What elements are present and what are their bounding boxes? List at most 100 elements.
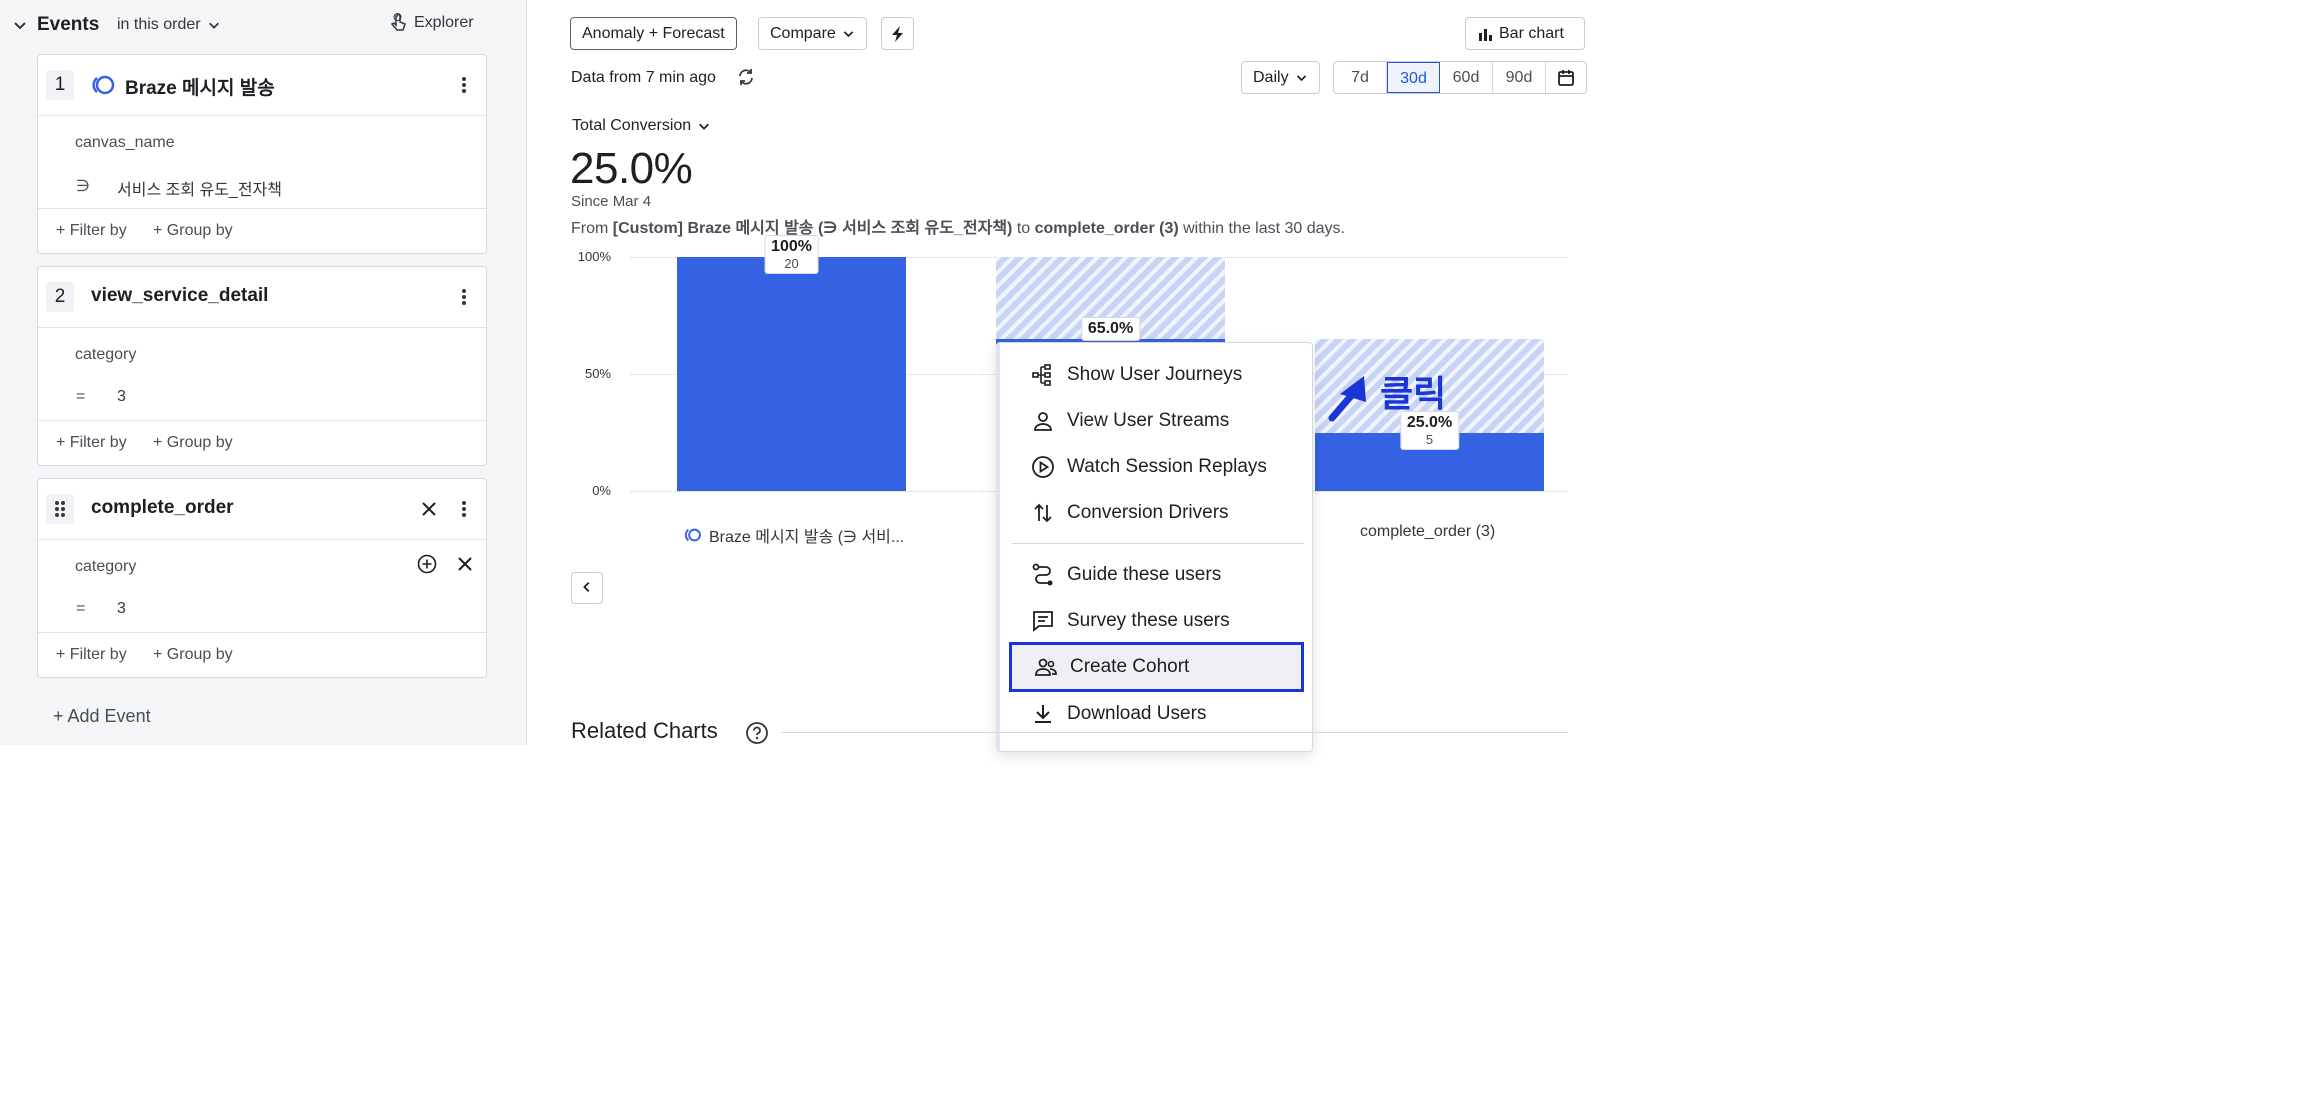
more-options-icon[interactable] xyxy=(457,75,471,95)
filter-operator[interactable]: = xyxy=(76,600,85,618)
conversion-bar xyxy=(677,257,906,491)
event-name[interactable]: complete_order xyxy=(91,497,234,519)
bar-value-label: 65.0% xyxy=(1080,316,1141,341)
event-filter[interactable]: canvas_name ∋ 서비스 조회 유도_전자책 xyxy=(38,116,486,209)
pointer-hand-icon xyxy=(390,13,406,31)
bar-percent: 65.0% xyxy=(1087,319,1134,337)
filter-value[interactable]: 3 xyxy=(117,600,126,618)
event-filter[interactable]: category = 3 xyxy=(38,328,486,421)
chevron-left-icon xyxy=(583,581,590,592)
interval-dropdown[interactable]: Daily xyxy=(1241,61,1320,94)
filter-property[interactable]: category xyxy=(75,346,136,364)
x-axis-label: complete_order (3) xyxy=(1360,523,1496,540)
menu-item-watch-session-replays[interactable]: Watch Session Replays xyxy=(1031,444,1307,490)
compare-dropdown[interactable]: Compare xyxy=(758,17,867,50)
related-divider xyxy=(781,732,1568,733)
chevron-down-icon xyxy=(699,123,710,130)
event-card-footer: + Filter by + Group by xyxy=(38,209,486,253)
menu-item-create-cohort[interactable]: Create Cohort xyxy=(1009,642,1304,692)
compare-label: Compare xyxy=(770,24,836,42)
user-icon xyxy=(1034,412,1052,431)
filter-by-button[interactable]: + Filter by xyxy=(56,434,127,452)
range-7d[interactable]: 7d xyxy=(1334,62,1387,93)
event-card-header[interactable]: 1 Braze 메시지 발송 xyxy=(38,55,486,116)
event-card-header[interactable]: complete_order xyxy=(38,479,486,540)
chart-type-dropdown[interactable]: Bar chart xyxy=(1465,17,1585,50)
journeys-icon xyxy=(1032,364,1051,386)
previous-page-button[interactable] xyxy=(571,572,603,604)
explorer-button[interactable]: Explorer xyxy=(388,13,474,33)
data-freshness: Data from 7 min ago xyxy=(571,69,716,86)
drag-handle[interactable] xyxy=(46,494,74,524)
menu-item-label: Watch Session Replays xyxy=(1067,456,1267,477)
filter-value[interactable]: 서비스 조회 유도_전자책 xyxy=(117,176,282,200)
menu-item-label: View User Streams xyxy=(1067,410,1230,431)
close-icon[interactable] xyxy=(421,501,437,517)
sort-arrows-icon xyxy=(1034,503,1052,523)
context-menu: Show User Journeys View User Streams Wat… xyxy=(996,342,1313,752)
more-options-icon[interactable] xyxy=(457,287,471,307)
menu-item-conversion-drivers[interactable]: Conversion Drivers xyxy=(1031,490,1307,536)
more-options-icon[interactable] xyxy=(457,499,471,519)
metric-selector[interactable]: Total Conversion xyxy=(572,117,711,135)
menu-item-label: Create Cohort xyxy=(1070,656,1190,677)
since-date: Since Mar 4 xyxy=(571,193,652,210)
chevron-down-icon xyxy=(843,31,853,38)
group-by-button[interactable]: + Group by xyxy=(153,646,233,664)
cohort-icon xyxy=(1035,658,1057,676)
filter-property[interactable]: canvas_name xyxy=(75,134,175,152)
from-suffix: within the last 30 days. xyxy=(1178,220,1345,237)
event-name[interactable]: view_service_detail xyxy=(91,285,268,307)
filter-property[interactable]: category xyxy=(75,558,136,576)
chart-type-label: Bar chart xyxy=(1499,24,1564,42)
event-card-footer: + Filter by + Group by xyxy=(38,421,486,465)
anomaly-forecast-label: Anomaly + Forecast xyxy=(582,24,725,42)
event-card-footer: + Filter by + Group by xyxy=(38,633,486,677)
menu-item-view-user-streams[interactable]: View User Streams xyxy=(1031,398,1307,444)
event-card-header[interactable]: 2 view_service_detail xyxy=(38,267,486,328)
chevron-down-icon[interactable] xyxy=(12,17,28,33)
group-by-button[interactable]: + Group by xyxy=(153,434,233,452)
menu-item-label: Conversion Drivers xyxy=(1067,502,1229,523)
event-card-1: 1 Braze 메시지 발송 canvas_name ∋ 서비스 조회 유도_전… xyxy=(37,54,487,254)
close-icon[interactable] xyxy=(457,556,473,572)
menu-item-label: Show User Journeys xyxy=(1067,364,1243,385)
bar-count: 20 xyxy=(784,256,799,271)
add-event-button[interactable]: + Add Event xyxy=(53,706,151,727)
braze-logo-icon xyxy=(92,75,115,95)
lightning-button[interactable] xyxy=(881,17,914,50)
calendar-button[interactable] xyxy=(1546,62,1586,93)
event-filter[interactable]: category = 3 xyxy=(38,540,486,633)
menu-item-show-user-journeys[interactable]: Show User Journeys xyxy=(1031,352,1307,398)
filter-operator[interactable]: ∋ xyxy=(76,176,90,196)
range-30d[interactable]: 30d xyxy=(1387,62,1440,93)
filter-value[interactable]: 3 xyxy=(117,388,126,406)
events-header: Events in this order Explorer xyxy=(0,0,527,52)
chevron-down-icon xyxy=(208,22,219,29)
menu-item-download-users[interactable]: Download Users xyxy=(1031,691,1307,737)
menu-item-label: Guide these users xyxy=(1067,564,1222,585)
event-name[interactable]: Braze 메시지 발송 xyxy=(125,73,275,100)
filter-by-button[interactable]: + Filter by xyxy=(56,646,127,664)
refresh-icon[interactable] xyxy=(737,68,755,86)
filter-operator[interactable]: = xyxy=(76,388,85,406)
related-charts-title: Related Charts xyxy=(571,718,718,743)
add-circle-icon[interactable] xyxy=(417,554,437,574)
help-icon[interactable] xyxy=(745,721,769,745)
event-card-2: 2 view_service_detail category = 3 + Fil… xyxy=(37,266,487,466)
bar-value-label: 100% 20 xyxy=(764,235,819,274)
group-by-button[interactable]: + Group by xyxy=(153,222,233,240)
event-step-number: 1 xyxy=(46,70,74,100)
braze-logo-icon xyxy=(684,528,701,542)
menu-item-survey-these-users[interactable]: Survey these users xyxy=(1031,598,1307,644)
menu-item-guide-these-users[interactable]: Guide these users xyxy=(1031,552,1307,598)
y-tick-label: 100% xyxy=(577,249,611,264)
order-dropdown[interactable]: in this order xyxy=(117,16,221,34)
range-90d[interactable]: 90d xyxy=(1493,62,1546,93)
filter-by-button[interactable]: + Filter by xyxy=(56,222,127,240)
range-60d[interactable]: 60d xyxy=(1440,62,1493,93)
annotation-arrow-icon xyxy=(1328,376,1366,422)
anomaly-forecast-button[interactable]: Anomaly + Forecast xyxy=(570,17,737,50)
menu-item-label: Download Users xyxy=(1067,703,1207,724)
x-label-text: Braze 메시지 발송 (∋ 서비... xyxy=(709,529,905,546)
